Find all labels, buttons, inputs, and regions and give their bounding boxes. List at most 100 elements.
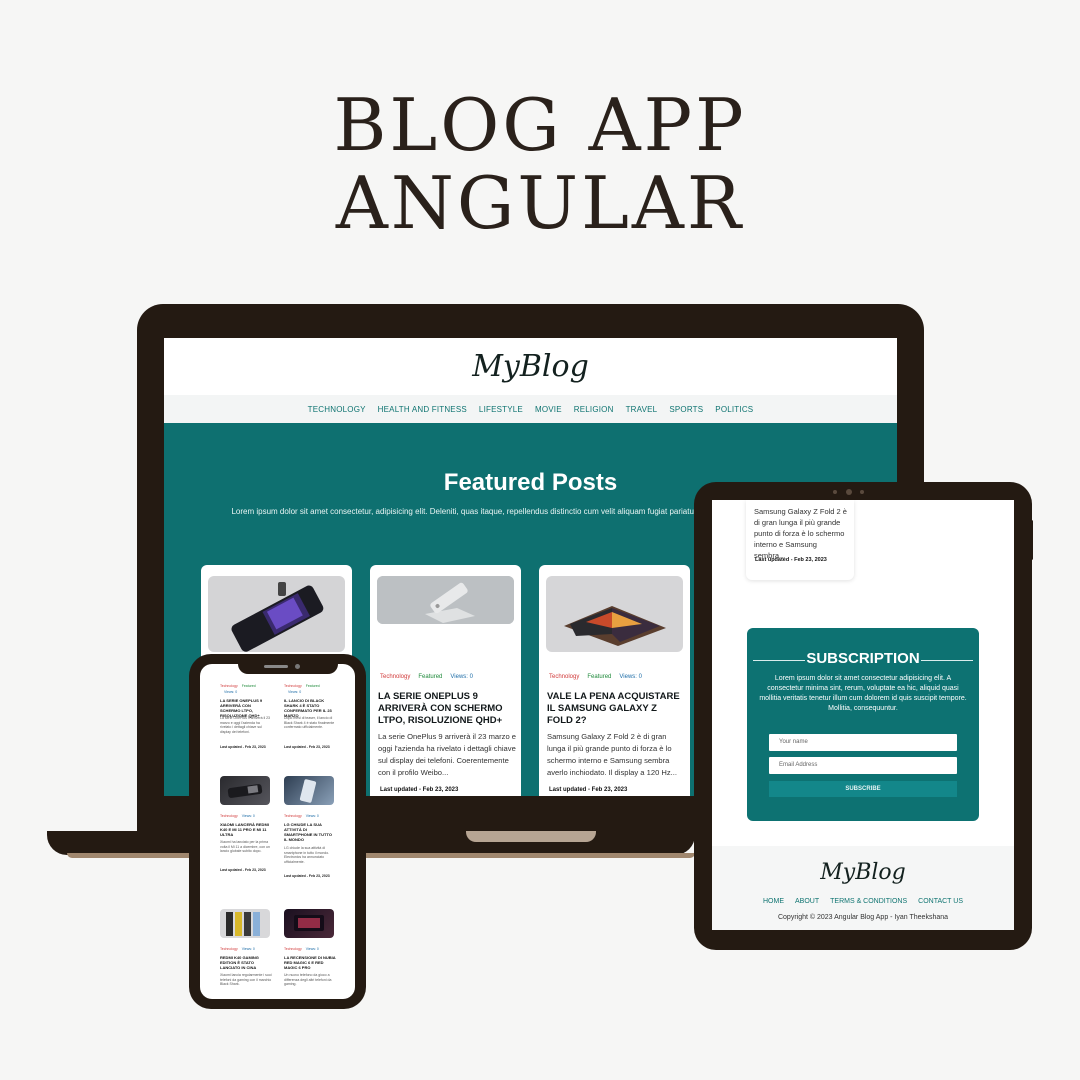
footer-link-about[interactable]: ABOUT [795, 898, 819, 905]
tag-technology[interactable]: Technology [220, 814, 238, 818]
post-tags: Views: 0 [288, 690, 301, 694]
subscription-box: SUBSCRIPTION Lorem ipsum dolor sit amet … [747, 628, 979, 821]
tablet-sensor [860, 490, 864, 494]
post-title[interactable]: La recensione di Nubia Red Magic 6 e Red… [284, 955, 336, 970]
nav-item-religion[interactable]: RELIGION [574, 405, 614, 414]
post-image [377, 576, 514, 624]
post-image [208, 576, 345, 652]
tablet-camera [846, 489, 852, 495]
nav-item-travel[interactable]: TRAVEL [626, 405, 658, 414]
tablet-sensor [833, 490, 837, 494]
post-date: Last updated - Feb 23, 2023 [284, 874, 330, 878]
tablet-button [1030, 520, 1033, 560]
post-excerpt: Samsung Galaxy Z Fold 2 è di gran lunga … [547, 732, 678, 777]
copyright: Copyright © 2023 Angular Blog App - Iyan… [777, 914, 949, 921]
views-count: Views: 0 [450, 674, 473, 680]
post-title[interactable]: Vale la pena acquistare il Samsung Galax… [547, 691, 685, 727]
tag-featured[interactable]: Featured [306, 684, 320, 688]
laptop-base-shadow [67, 853, 695, 858]
nav-item-movie[interactable]: MOVIE [535, 405, 562, 414]
post-title[interactable]: Il lancio di Black Shark 4 è stato confe… [284, 698, 336, 718]
post-card[interactable]: Technology Featured Views: 0 Il lancio d… [284, 682, 336, 772]
post-excerpt: Xiaomi ha lanciato per la prima volta il… [220, 840, 270, 853]
tag-technology[interactable]: Technology [284, 814, 302, 818]
post-date: Last updated - Feb 23, 2023 [220, 745, 266, 749]
headline-line-1: BLOG APP [333, 83, 747, 167]
post-title[interactable]: Redmi K40 Gaming Edition è stato lanciat… [220, 955, 272, 970]
post-image [284, 776, 334, 805]
phone-notch [238, 656, 338, 674]
post-card[interactable]: Samsung Galaxy Z Fold 2 è di gran lunga … [746, 500, 854, 580]
footer-links: HOME ABOUT TERMS & CONDITIONS CONTACT US [712, 898, 1014, 905]
tag-technology[interactable]: Technology [284, 684, 302, 688]
phone-screen: Technology Featured Views: 0 La serie On… [200, 664, 355, 999]
post-excerpt: La serie OnePlus 9 arriverà il 23 marzo … [220, 716, 270, 734]
post-image [546, 576, 683, 652]
post-card[interactable]: Technology Views: 0 Xiaomi lancerà Redmi… [220, 776, 272, 886]
tag-technology[interactable]: Technology [220, 684, 238, 688]
post-tags: Technology Views: 0 [284, 947, 319, 951]
post-tags: Technology Featured Views: 0 [380, 674, 473, 680]
post-image [284, 909, 334, 938]
views-count: Views: 0 [241, 814, 255, 818]
tag-featured[interactable]: Featured [587, 674, 611, 680]
footer-logo[interactable]: MyBlog [712, 860, 1014, 885]
post-card[interactable]: Technology Views: 0 Redmi K40 Gaming Edi… [220, 909, 272, 999]
post-title[interactable]: LG chiude la sua attività di smartphone … [284, 822, 336, 842]
post-excerpt: Un nuovo telefono da gioco a differenza … [284, 973, 332, 986]
post-card[interactable]: Technology Featured Views: 0 La serie On… [220, 682, 272, 772]
nav-item-health[interactable]: HEALTH AND FITNESS [378, 405, 467, 414]
post-date: Last updated - Feb 23, 2023 [549, 787, 628, 793]
post-card[interactable]: Technology Featured Views: 0 Vale la pen… [539, 565, 690, 796]
post-tags: Technology Views: 0 [220, 947, 255, 951]
tablet-screen: Samsung Galaxy Z Fold 2 è di gran lunga … [712, 500, 1014, 930]
footer-link-contact[interactable]: CONTACT US [918, 898, 963, 905]
post-card[interactable]: Technology Views: 0 LG chiude la sua att… [284, 776, 336, 886]
post-title[interactable]: La serie OnePlus 9 arriverà con schermo … [378, 691, 516, 727]
footer-link-home[interactable]: HOME [763, 898, 784, 905]
nav-item-lifestyle[interactable]: LIFESTYLE [479, 405, 523, 414]
tag-technology[interactable]: Technology [380, 674, 410, 680]
views-count: Views: 0 [224, 690, 238, 694]
headline-line-2: ANGULAR [335, 161, 745, 245]
site-footer: MyBlog HOME ABOUT TERMS & CONDITIONS CON… [712, 846, 1014, 930]
laptop-base [47, 831, 695, 855]
tag-featured[interactable]: Featured [242, 684, 256, 688]
post-card[interactable]: Technology Featured Views: 0 La serie On… [370, 565, 521, 796]
nav-item-politics[interactable]: POLITICS [715, 405, 753, 414]
site-logo[interactable]: MyBlog [472, 349, 589, 384]
post-tags: Technology Featured Views: 0 [549, 674, 642, 680]
post-tags: Technology Views: 0 [220, 814, 255, 818]
post-excerpt: La serie OnePlus 9 arriverà il 23 marzo … [378, 732, 517, 777]
tag-featured[interactable]: Featured [418, 674, 442, 680]
laptop-notch [466, 831, 596, 842]
phone-camera [295, 664, 300, 669]
views-count: Views: 0 [288, 690, 302, 694]
views-count: Views: 0 [241, 947, 255, 951]
views-count: Views: 0 [305, 814, 319, 818]
phone-speaker [264, 665, 288, 668]
post-excerpt: LG chiude la sua attività di smartphone … [284, 846, 330, 864]
views-count: Views: 0 [619, 674, 642, 680]
post-date: Last updated - Feb 23, 2023 [380, 787, 459, 793]
email-input[interactable]: Email Address [769, 757, 957, 774]
footer-link-terms[interactable]: TERMS & CONDITIONS [830, 898, 907, 905]
post-excerpt: Xiaomi lancia regolarmente i suoi telefo… [220, 973, 272, 986]
tag-technology[interactable]: Technology [284, 947, 302, 951]
name-input[interactable]: Your name [769, 734, 957, 751]
nav-item-sports[interactable]: SPORTS [669, 405, 703, 414]
post-title[interactable]: La serie OnePlus 9 arriverà con schermo … [220, 698, 272, 718]
site-header: MyBlog [164, 338, 897, 395]
nav-item-technology[interactable]: TECHNOLOGY [308, 405, 366, 414]
subscribe-button[interactable]: SUBSCRIBE [769, 781, 957, 797]
tag-technology[interactable]: Technology [220, 947, 238, 951]
post-image [220, 776, 270, 805]
subscription-title: SUBSCRIPTION [806, 650, 920, 667]
post-excerpt: Dopo mesi di teaser, il lancio di Black … [284, 716, 335, 729]
post-title[interactable]: Xiaomi lancerà Redmi K40 e Mi 11 Pro e M… [220, 822, 272, 837]
post-image [220, 909, 270, 938]
post-card[interactable]: Technology Views: 0 La recensione di Nub… [284, 909, 336, 999]
tag-technology[interactable]: Technology [549, 674, 579, 680]
promo-headline: BLOG APP ANGULAR [0, 86, 1080, 242]
post-date: Last updated - Feb 23, 2023 [284, 745, 330, 749]
